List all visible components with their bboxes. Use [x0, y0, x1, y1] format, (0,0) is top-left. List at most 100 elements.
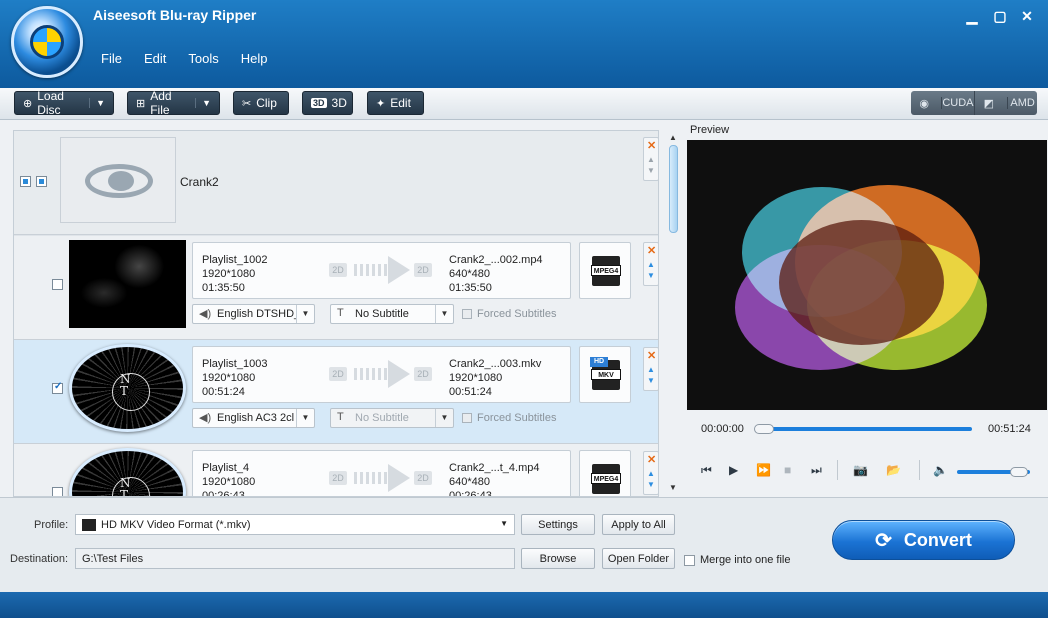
item-checkbox[interactable] [52, 381, 63, 394]
convert-button[interactable]: ⟳ Convert [832, 520, 1015, 560]
convert-label: Convert [903, 529, 972, 550]
video-thumbnail [69, 448, 186, 496]
item-checkbox[interactable] [52, 279, 63, 290]
scroll-thumb[interactable] [669, 145, 678, 233]
move-down-icon[interactable]: ▼ [647, 271, 655, 280]
convert-arrow-icon [354, 360, 414, 388]
merge-option: Merge into one file [684, 554, 791, 566]
convert-arrow-icon [354, 256, 414, 284]
edit-button[interactable]: ✦ Edit [367, 91, 424, 115]
3d-button[interactable]: 3D 3D [302, 91, 353, 115]
folder-icon[interactable]: 📂 [886, 463, 901, 477]
move-up-icon[interactable]: ▲ [647, 155, 655, 164]
volume-handle[interactable] [1010, 467, 1028, 477]
chevron-down-icon[interactable]: ▼ [296, 409, 314, 427]
menu-edit[interactable]: Edit [133, 51, 177, 66]
browse-button[interactable]: Browse [521, 548, 595, 569]
format-label: MPEG4 [591, 265, 621, 276]
remove-icon[interactable]: ✕ [647, 244, 656, 257]
stop-icon[interactable]: ■ [784, 463, 791, 477]
output-duration: 01:35:50 [449, 282, 492, 294]
chevron-down-icon[interactable]: ▼ [435, 305, 453, 323]
menu-file[interactable]: File [90, 51, 133, 66]
disc-row[interactable]: Crank2 [14, 131, 658, 235]
volume-icon[interactable]: 🔈 [933, 463, 948, 477]
profile-label: Profile: [34, 519, 69, 531]
video-thumbnail [69, 240, 186, 328]
amd-toggle[interactable]: ◩ AMD [973, 91, 1038, 115]
list-item[interactable]: Playlist_1003 1920*1080 00:51:24 2D 2D C… [14, 340, 658, 444]
list-item[interactable]: Playlist_1002 1920*1080 01:35:50 2D 2D C… [14, 236, 658, 340]
forced-subtitles-checkbox[interactable] [462, 413, 472, 423]
format-icon-button[interactable]: MPEG4 [579, 242, 631, 299]
audio-track-select[interactable]: ◀) English AC3 2cl ▼ [192, 408, 315, 428]
remove-icon[interactable]: ✕ [647, 453, 656, 466]
refresh-icon: ⟳ [875, 529, 892, 552]
profile-value: HD MKV Video Format (*.mkv) [101, 518, 251, 531]
scroll-down-icon[interactable]: ▼ [669, 483, 677, 492]
list-scrollbar[interactable]: ▲ ▼ [666, 133, 680, 495]
play-icon[interactable]: ▶ [729, 463, 738, 477]
disc-checkbox[interactable] [36, 176, 47, 187]
profile-select[interactable]: HD MKV Video Format (*.mkv) ▼ [75, 514, 515, 535]
close-button[interactable]: ✕ [1017, 8, 1037, 25]
minimize-button[interactable]: ▁ [962, 8, 982, 25]
destination-field[interactable]: G:\Test Files [75, 548, 515, 569]
snapshot-icon[interactable]: 📷 [853, 463, 868, 477]
cuda-label: CUDA [941, 97, 974, 109]
conversion-info[interactable]: Playlist_4 1920*1080 00:26:43 2D 2D Cran… [192, 450, 571, 497]
gpu-acceleration: ◉ CUDA ◩ AMD [911, 91, 1037, 115]
move-down-icon[interactable]: ▼ [647, 166, 655, 175]
move-up-icon[interactable]: ▲ [647, 260, 655, 269]
audio-track-select[interactable]: ◀) English DTSHD_ ▼ [192, 304, 315, 324]
next-icon[interactable]: ⏭ [811, 463, 822, 478]
menu-help[interactable]: Help [230, 51, 279, 66]
merge-checkbox[interactable] [684, 554, 695, 566]
format-icon-button[interactable]: MPEG4 [579, 450, 631, 496]
file-list[interactable]: Crank2 Playlist_1002 1920*1080 01:35:50 … [13, 130, 659, 497]
conversion-info[interactable]: Playlist_1003 1920*1080 00:51:24 2D 2D C… [192, 346, 571, 403]
move-up-icon[interactable]: ▲ [647, 469, 655, 478]
expand-checkbox[interactable] [20, 176, 31, 187]
subtitle-value: No Subtitle [355, 308, 409, 320]
list-item[interactable]: Playlist_4 1920*1080 00:26:43 2D 2D Cran… [14, 444, 658, 497]
remove-icon[interactable]: ✕ [647, 349, 656, 362]
seek-bar[interactable] [756, 427, 972, 431]
move-down-icon[interactable]: ▼ [647, 376, 655, 385]
chevron-down-icon[interactable]: ▼ [296, 305, 314, 323]
previous-icon[interactable]: ⏮ [701, 463, 712, 478]
clip-button[interactable]: ✂ Clip [233, 91, 289, 115]
chevron-down-icon[interactable]: ▼ [89, 98, 105, 108]
conversion-info[interactable]: Playlist_1002 1920*1080 01:35:50 2D 2D C… [192, 242, 571, 299]
settings-button[interactable]: Settings [521, 514, 595, 535]
move-down-icon[interactable]: ▼ [647, 480, 655, 489]
move-up-icon[interactable]: ▲ [647, 365, 655, 374]
chevron-down-icon[interactable]: ▼ [500, 519, 508, 528]
menu-tools[interactable]: Tools [177, 51, 229, 66]
chevron-down-icon[interactable]: ▼ [195, 98, 211, 108]
text-icon: T [337, 307, 344, 319]
chevron-down-icon[interactable]: ▼ [435, 409, 453, 427]
item-row-tools: ✕ ▲ ▼ [643, 242, 659, 286]
subtitle-select[interactable]: T No Subtitle ▼ [330, 408, 454, 428]
output-resolution: 640*480 [449, 476, 490, 488]
text-icon: T [337, 411, 344, 423]
load-disc-button[interactable]: ⊕ Load Disc ▼ [14, 89, 114, 117]
scroll-up-icon[interactable]: ▲ [669, 133, 677, 142]
subtitle-select[interactable]: T No Subtitle ▼ [330, 304, 454, 324]
remove-icon[interactable]: ✕ [647, 139, 656, 152]
fast-forward-icon[interactable]: ⏩ [756, 463, 771, 477]
source-duration: 00:26:43 [202, 490, 245, 497]
divider [919, 460, 920, 480]
item-checkbox[interactable] [52, 487, 63, 496]
preview-screen [687, 140, 1047, 410]
apply-to-all-button[interactable]: Apply to All [602, 514, 675, 535]
cuda-toggle[interactable]: ◉ CUDA [911, 91, 974, 115]
add-file-button[interactable]: ⊞ Add File ▼ [127, 89, 220, 117]
open-folder-button[interactable]: Open Folder [602, 548, 675, 569]
format-icon-button[interactable]: MKV HD [579, 346, 631, 403]
maximize-button[interactable]: ▢ [990, 8, 1010, 25]
seek-handle[interactable] [754, 424, 774, 434]
item-row-tools: ✕ ▲ ▼ [643, 347, 659, 391]
forced-subtitles-checkbox[interactable] [462, 309, 472, 319]
